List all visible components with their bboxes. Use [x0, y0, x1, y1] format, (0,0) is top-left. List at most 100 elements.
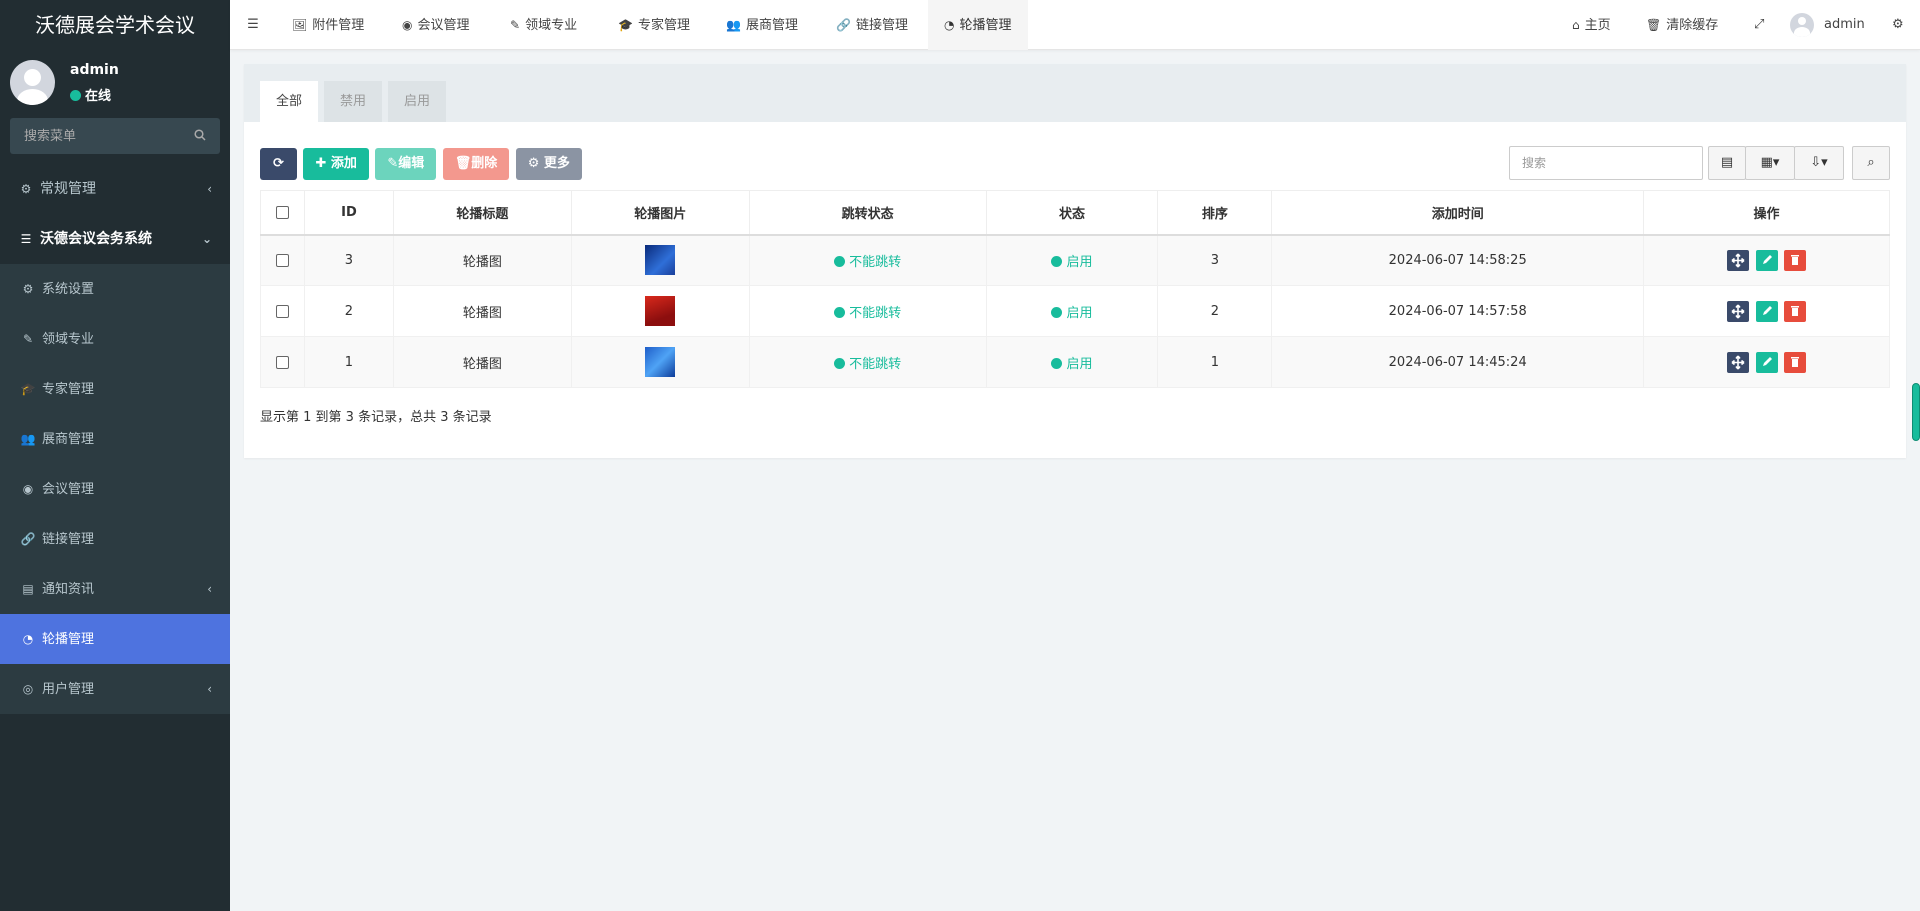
home-link[interactable]: ⌂ 主页	[1556, 0, 1627, 50]
add-button[interactable]: ✚ 添加	[303, 148, 369, 180]
cogs-icon: ⚙	[20, 182, 32, 196]
status-badge[interactable]: 启用	[1051, 357, 1092, 372]
chevron-left-icon: ‹	[207, 682, 212, 696]
pencil-icon: ✎	[387, 156, 399, 171]
sidebar-item-meeting-system[interactable]: ☰ 沃德会议会务系统 ⌄	[0, 214, 230, 264]
row-edit-button[interactable]	[1755, 249, 1778, 271]
sidebar-item-news[interactable]: ▤ 通知资讯 ‹	[0, 564, 230, 614]
tab-links[interactable]: 🔗 链接管理	[820, 0, 924, 50]
export-button[interactable]: ⇩▾	[1794, 146, 1844, 180]
row-edit-button[interactable]	[1755, 300, 1778, 322]
edit-button[interactable]: ✎编辑	[375, 148, 437, 180]
app-logo[interactable]: 沃德展会学术会议	[0, 0, 230, 50]
tab-domain[interactable]: ✎ 领域专业	[494, 0, 593, 50]
jump-status-badge: 不能跳转	[834, 357, 901, 372]
cell-time: 2024-06-07 14:45:24	[1271, 336, 1645, 388]
tab-attachments[interactable]: 🖼 附件管理	[276, 0, 380, 50]
select-all-checkbox[interactable]	[275, 205, 289, 219]
row-delete-button[interactable]	[1783, 351, 1806, 373]
cell-id: 2	[303, 285, 394, 337]
compass-icon: ◔	[944, 18, 955, 32]
meeting-icon: ◉	[22, 482, 34, 496]
tab-disabled[interactable]: 禁用	[324, 81, 383, 122]
user-menu[interactable]: admin	[1774, 0, 1881, 50]
status-badge[interactable]: 启用	[1051, 306, 1092, 321]
trash-icon: 🗑	[1646, 18, 1662, 32]
tab-experts[interactable]: 🎓 专家管理	[602, 0, 706, 50]
user-panel: admin 在线	[0, 50, 230, 118]
col-status[interactable]: 状态	[985, 190, 1159, 236]
table-header-row: ID 轮播标题 轮播图片 跳转状态 状态 排序 添加时间 操作	[260, 190, 1890, 236]
row-checkbox[interactable]	[275, 253, 289, 267]
cell-id: 1	[303, 336, 394, 388]
refresh-button[interactable]: ⟳	[260, 148, 297, 180]
row-edit-button[interactable]	[1755, 351, 1778, 373]
cell-time: 2024-06-07 14:57:58	[1271, 285, 1645, 337]
tab-exhibitors[interactable]: 👥 展商管理	[710, 0, 814, 50]
sidebar-search	[10, 118, 220, 154]
scroll-handle[interactable]	[1912, 383, 1920, 441]
toggle-view-button[interactable]: ▤	[1708, 146, 1746, 180]
refresh-icon: ⟳	[273, 156, 284, 171]
chevron-left-icon: ‹	[207, 182, 212, 196]
table-row: 2 轮播图 不能跳转 启用 2 2024-06-07 14:57:58	[260, 285, 1890, 337]
col-sort[interactable]: 排序	[1157, 190, 1273, 236]
row-checkbox[interactable]	[275, 304, 289, 318]
col-image[interactable]: 轮播图片	[570, 190, 750, 236]
advanced-search-button[interactable]: ⌕	[1852, 146, 1890, 180]
columns-button[interactable]: ▦▾	[1745, 146, 1795, 180]
sidebar-item-experts[interactable]: 🎓 专家管理	[0, 364, 230, 414]
sidebar-item-carousel[interactable]: ◔ 轮播管理	[0, 614, 230, 664]
sidebar-item-exhibitors[interactable]: 👥 展商管理	[0, 414, 230, 464]
user-status: 在线	[70, 85, 111, 104]
drag-sort-button[interactable]	[1727, 300, 1750, 322]
jump-status-badge: 不能跳转	[834, 306, 901, 321]
cell-title: 轮播图	[392, 336, 572, 388]
carousel-thumbnail[interactable]	[645, 347, 676, 377]
sidebar: 沃德展会学术会议 admin 在线 ⚙常规管理 ‹ ☰沃德会议会务系统 ⌄ ⚙系…	[0, 0, 230, 911]
row-checkbox[interactable]	[275, 355, 289, 369]
tab-enabled[interactable]: 启用	[388, 81, 447, 122]
delete-button[interactable]: 🗑删除	[442, 148, 510, 180]
cell-title: 轮播图	[392, 234, 572, 286]
row-delete-button[interactable]	[1783, 249, 1806, 271]
col-id[interactable]: ID	[303, 190, 394, 236]
list-icon: ▤	[1720, 155, 1734, 170]
col-created[interactable]: 添加时间	[1271, 190, 1645, 236]
col-jump-status[interactable]: 跳转状态	[748, 190, 987, 236]
sidebar-search-input[interactable]	[10, 118, 220, 154]
trash-icon: 🗑	[454, 156, 472, 171]
sidebar-item-links[interactable]: 🔗 链接管理	[0, 514, 230, 564]
gear-icon: ⚙	[22, 282, 34, 296]
row-delete-button[interactable]	[1783, 300, 1806, 322]
meeting-icon: ◉	[402, 18, 413, 32]
bars-icon: ☰	[247, 17, 259, 32]
clear-cache-button[interactable]: 🗑 清除缓存	[1630, 0, 1734, 50]
user-avatar-small	[1790, 12, 1814, 37]
jump-status-badge: 不能跳转	[834, 255, 901, 270]
col-title[interactable]: 轮播标题	[392, 190, 572, 236]
search-icon[interactable]	[194, 129, 206, 145]
graduation-cap-icon: 🎓	[618, 18, 633, 32]
sidebar-toggle-button[interactable]: ☰	[230, 0, 276, 50]
sidebar-item-general[interactable]: ⚙ 常规管理 ‹	[0, 164, 230, 214]
tab-carousel[interactable]: ◔ 轮播管理	[928, 0, 1028, 50]
sidebar-item-settings[interactable]: ⚙ 系统设置	[0, 264, 230, 314]
table-row: 1 轮播图 不能跳转 启用 1 2024-06-07 14:45:24	[260, 336, 1890, 388]
status-badge[interactable]: 启用	[1051, 255, 1092, 270]
sidebar-item-users[interactable]: ◎ 用户管理 ‹	[0, 664, 230, 714]
drag-sort-button[interactable]	[1727, 351, 1750, 373]
graduation-cap-icon: 🎓	[20, 382, 36, 396]
carousel-thumbnail[interactable]	[645, 296, 676, 326]
table-search-input[interactable]	[1509, 146, 1703, 180]
drag-sort-button[interactable]	[1727, 249, 1750, 271]
tab-all[interactable]: 全部	[260, 81, 319, 122]
select-all-cell	[260, 190, 305, 236]
tab-meetings[interactable]: ◉ 会议管理	[386, 0, 486, 50]
more-button[interactable]: ⚙ 更多	[515, 148, 582, 180]
carousel-thumbnail[interactable]	[645, 245, 676, 276]
table-row: 3 轮播图 不能跳转 启用 3 2024-06-07 14:58:25	[260, 234, 1890, 286]
sidebar-item-meetings[interactable]: ◉ 会议管理	[0, 464, 230, 514]
settings-button[interactable]: ⚙	[1876, 0, 1920, 50]
sidebar-item-domain[interactable]: ✎ 领域专业	[0, 314, 230, 364]
